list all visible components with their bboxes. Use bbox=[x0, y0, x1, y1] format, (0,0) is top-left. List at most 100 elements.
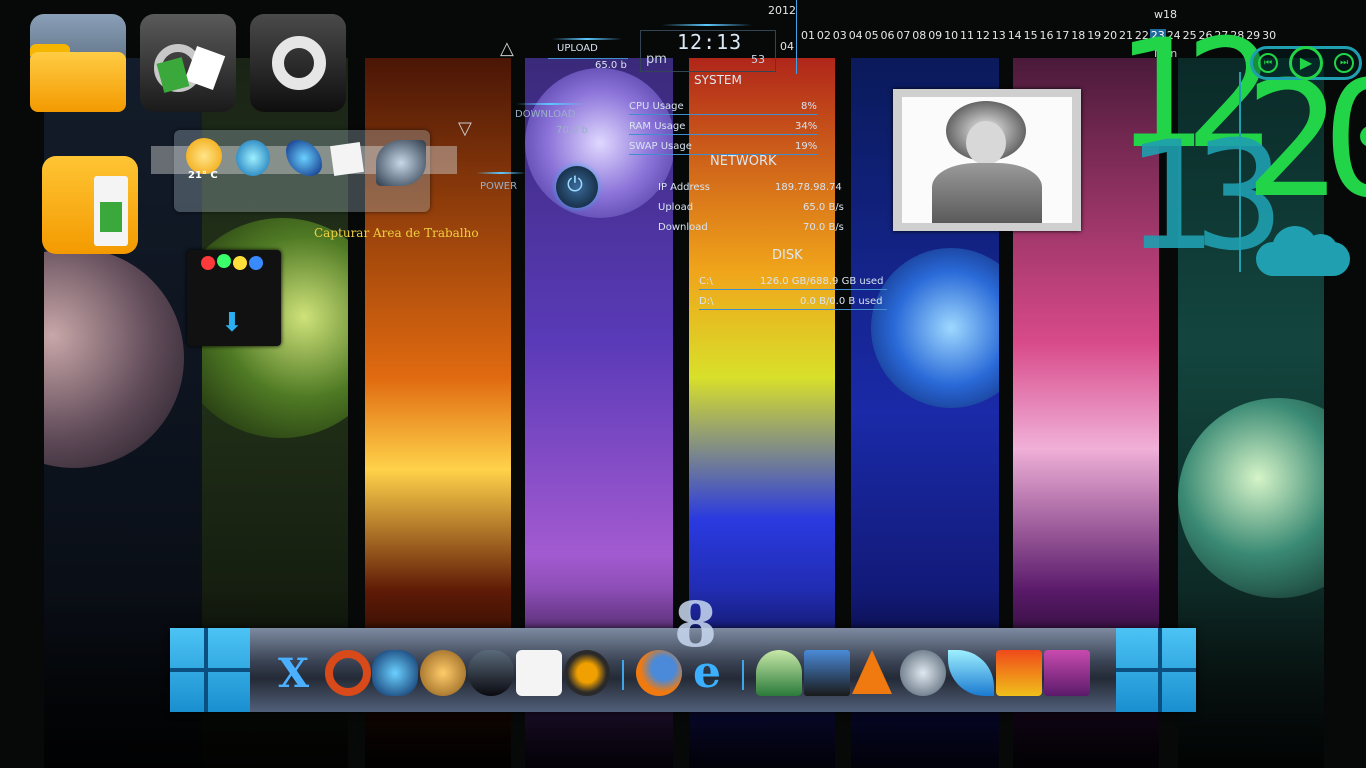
calendar-day[interactable]: 13 bbox=[991, 29, 1007, 42]
dock-end-button[interactable] bbox=[1116, 628, 1196, 712]
launcher-notepad-icon[interactable] bbox=[330, 142, 364, 176]
calendar-day[interactable]: 09 bbox=[927, 29, 943, 42]
documents-folder-icon[interactable] bbox=[42, 156, 138, 254]
dock-speaker-icon[interactable] bbox=[564, 650, 610, 696]
upload-value: 65.0 b bbox=[595, 60, 627, 71]
settings-gear-icon[interactable] bbox=[250, 14, 346, 112]
capture-desktop-shortcut-label[interactable]: Capturar Area de Trabalho bbox=[314, 226, 479, 240]
dock-rocket-icon[interactable] bbox=[756, 650, 802, 696]
dock-xbmc-icon[interactable] bbox=[372, 650, 418, 696]
calendar-day[interactable]: 16 bbox=[1039, 29, 1055, 42]
cpu-label: CPU Usage bbox=[629, 101, 684, 112]
calendar-divider bbox=[796, 0, 797, 74]
upload-label: UPLOAD bbox=[557, 43, 598, 54]
download-label: DOWNLOAD bbox=[515, 109, 576, 120]
swap-label: SWAP Usage bbox=[629, 141, 692, 152]
network-title: NETWORK bbox=[710, 154, 777, 169]
disk-c-value: 126.0 GB/688.9 GB used bbox=[760, 276, 884, 287]
dock-swirl-icon[interactable] bbox=[325, 650, 371, 696]
dock-internet-explorer-icon[interactable]: e bbox=[684, 650, 730, 696]
cpu-bar bbox=[629, 114, 817, 115]
clock-frame bbox=[640, 30, 776, 72]
calendar-day[interactable]: 19 bbox=[1086, 29, 1102, 42]
tools-icon[interactable] bbox=[140, 14, 236, 112]
system-title: SYSTEM bbox=[694, 73, 742, 87]
calendar-day[interactable]: 07 bbox=[895, 29, 911, 42]
dock-music-icon[interactable] bbox=[900, 650, 946, 696]
calendar-day[interactable]: 11 bbox=[959, 29, 975, 42]
net-download-value: 70.0 B/s bbox=[803, 222, 844, 233]
next-track-button[interactable]: ⏭ bbox=[1334, 53, 1354, 73]
download-value: 70.0 b bbox=[556, 125, 588, 136]
dock-dice-icon[interactable] bbox=[516, 650, 562, 696]
swap-value: 19% bbox=[795, 141, 818, 152]
clock-glow bbox=[662, 24, 752, 26]
calendar-day[interactable]: 04 bbox=[848, 29, 864, 42]
launcher-speaker-icon[interactable] bbox=[376, 140, 426, 186]
disk-c-label: C:\ bbox=[699, 276, 713, 287]
ram-label: RAM Usage bbox=[629, 121, 686, 132]
play-button[interactable]: ▶ bbox=[1289, 46, 1323, 80]
dock-gimp-icon[interactable] bbox=[420, 650, 466, 696]
power-label: POWER bbox=[480, 181, 518, 192]
download-box-icon[interactable]: ⬇ bbox=[187, 250, 281, 346]
up-triangle-icon: △ bbox=[500, 38, 514, 59]
calendar-day[interactable]: 30 bbox=[1261, 29, 1277, 42]
calendar-day[interactable]: 18 bbox=[1070, 29, 1086, 42]
calendar-day[interactable]: 03 bbox=[832, 29, 848, 42]
big-clock-minute: 20 bbox=[1244, 46, 1366, 233]
net-upload-value: 65.0 B/s bbox=[803, 202, 844, 213]
disk-title: DISK bbox=[772, 248, 803, 263]
disk-c-bar bbox=[699, 289, 887, 290]
photo-frame[interactable] bbox=[893, 89, 1081, 231]
weather-cloud-icon bbox=[1250, 222, 1354, 276]
file-manager-icon[interactable] bbox=[30, 14, 126, 112]
net-upload-label: Upload bbox=[658, 202, 694, 213]
dock-start-button[interactable] bbox=[170, 628, 250, 712]
dock-vlc-icon[interactable] bbox=[852, 650, 892, 694]
download-arrow-icon: ⬇ bbox=[221, 308, 243, 338]
upload-line bbox=[548, 58, 628, 59]
ram-bar bbox=[629, 134, 817, 135]
big-clock-divider bbox=[1239, 72, 1241, 272]
disk-d-value: 0.0 B/0.0 B used bbox=[800, 296, 883, 307]
ip-value: 189.78.98.74 bbox=[775, 182, 842, 193]
calendar-day[interactable]: 15 bbox=[1023, 29, 1039, 42]
disk-d-bar bbox=[699, 309, 887, 310]
calendar-day[interactable]: 01 bbox=[800, 29, 816, 42]
dock-book-icon[interactable] bbox=[1044, 650, 1090, 696]
dock-laptop-icon[interactable] bbox=[804, 650, 850, 696]
dock-firefox-icon[interactable] bbox=[636, 650, 682, 696]
calendar-day[interactable]: 14 bbox=[1007, 29, 1023, 42]
calendar-day[interactable]: 12 bbox=[975, 29, 991, 42]
calendar-day[interactable]: 05 bbox=[864, 29, 880, 42]
ram-value: 34% bbox=[795, 121, 818, 132]
previous-track-button[interactable]: ⏮ bbox=[1258, 53, 1278, 73]
calendar-day[interactable]: 02 bbox=[816, 29, 832, 42]
down-triangle-icon: ▽ bbox=[458, 118, 472, 139]
disk-d-label: D:\ bbox=[699, 296, 714, 307]
upload-glow bbox=[552, 38, 622, 40]
dock-ruler-icon[interactable] bbox=[996, 650, 1042, 696]
cpu-value: 8% bbox=[801, 101, 817, 112]
portrait-photo bbox=[902, 97, 1072, 223]
dock-separator-2 bbox=[742, 660, 744, 690]
calendar-day[interactable]: 10 bbox=[943, 29, 959, 42]
net-download-label: Download bbox=[658, 222, 708, 233]
calendar-month: 04 bbox=[780, 40, 794, 53]
download-glow bbox=[516, 103, 586, 105]
launcher-blue-orb-icon[interactable] bbox=[236, 140, 270, 176]
calendar-day[interactable]: 17 bbox=[1054, 29, 1070, 42]
calendar-day[interactable]: 08 bbox=[911, 29, 927, 42]
ip-label: IP Address bbox=[658, 182, 710, 193]
dock-x-icon[interactable]: X bbox=[278, 650, 324, 697]
dock-mouse-icon[interactable] bbox=[468, 650, 514, 696]
calendar-day[interactable]: 06 bbox=[880, 29, 896, 42]
power-icon: ⏻ bbox=[567, 172, 583, 196]
dock-separator bbox=[622, 660, 624, 690]
power-button[interactable]: ⏻ bbox=[556, 166, 598, 208]
weather-temperature: 21° C bbox=[188, 170, 218, 181]
power-glow bbox=[476, 172, 526, 174]
weather-sun-icon[interactable] bbox=[186, 138, 222, 174]
calendar-year: 2012 bbox=[768, 4, 796, 17]
